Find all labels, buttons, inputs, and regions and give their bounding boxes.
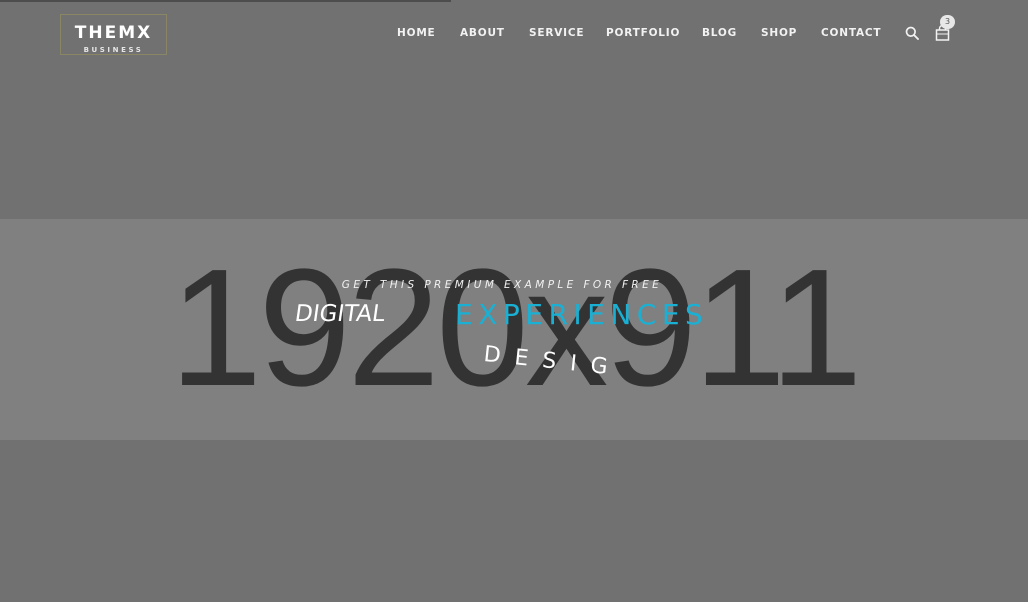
hero-word-digital: DIGITAL xyxy=(293,299,387,329)
nav-item-portfolio[interactable]: PORTFOLIO xyxy=(606,26,680,40)
hero-word-design-text: DESIG xyxy=(482,342,623,382)
hero-word-digital-text: DIGITAL xyxy=(293,301,387,327)
nav-item-contact[interactable]: CONTACT xyxy=(821,26,881,40)
page-load-progress xyxy=(0,0,451,2)
nav-item-home[interactable]: HOME xyxy=(397,26,436,40)
cart-count-badge: 3 xyxy=(940,15,955,29)
search-icon[interactable] xyxy=(905,26,919,40)
nav-item-shop[interactable]: SHOP xyxy=(761,26,797,40)
logo-main-text: THEMX xyxy=(74,23,153,43)
hero-word-design: DESIG xyxy=(482,342,645,382)
nav-item-blog[interactable]: BLOG xyxy=(702,26,737,40)
page: THEMX BUSINESS HOME ABOUT SERVICE PORTFO… xyxy=(0,0,1028,602)
hero-subtitle: GET THIS PREMIUM EXAMPLE FOR FREE xyxy=(341,279,663,291)
logo[interactable]: THEMX BUSINESS xyxy=(60,14,167,55)
nav-item-service[interactable]: SERVICE xyxy=(529,26,584,40)
nav-item-about[interactable]: ABOUT xyxy=(460,26,505,40)
logo-sub-text: BUSINESS xyxy=(83,46,144,54)
hero-word-experiences: EXPERIENCES xyxy=(455,298,709,331)
hero-banner: 1920x911 GET THIS PREMIUM EXAMPLE FOR FR… xyxy=(0,219,1028,440)
